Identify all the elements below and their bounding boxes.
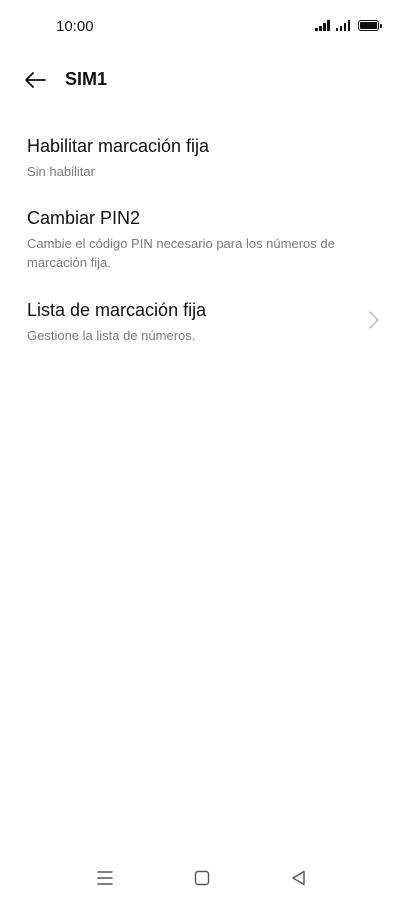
back-icon	[292, 870, 305, 886]
chevron-right-icon	[369, 311, 379, 329]
screen: 10:00 SIM1 Habilitar marcación fija Sin …	[0, 0, 405, 902]
item-subtitle: Cambie el código PIN necesario para los …	[27, 236, 335, 270]
status-icons	[315, 19, 382, 31]
app-header: SIM1	[0, 56, 405, 106]
item-title: Lista de marcación fija	[27, 300, 207, 320]
back-arrow-icon	[25, 72, 46, 88]
item-title: Cambiar PIN2	[27, 208, 141, 228]
signal-sim1-icon	[315, 19, 330, 31]
home-button[interactable]	[190, 866, 214, 890]
battery-icon	[358, 20, 382, 31]
item-subtitle: Gestione la lista de números.	[27, 328, 196, 343]
nav-back-button[interactable]	[287, 866, 311, 890]
recents-button[interactable]	[93, 866, 117, 890]
item-enable-fixed-dialing[interactable]: Habilitar marcación fija Sin habilitar	[0, 136, 405, 186]
navigation-bar	[0, 858, 405, 898]
menu-icon	[97, 871, 113, 885]
item-title: Habilitar marcación fija	[27, 136, 210, 156]
signal-sim2-icon	[335, 19, 350, 31]
back-button[interactable]	[20, 64, 52, 96]
item-fixed-dialing-list[interactable]: Lista de marcación fija Gestione la list…	[0, 300, 405, 350]
item-change-pin2[interactable]: Cambiar PIN2 Cambie el código PIN necesa…	[0, 208, 405, 274]
home-icon	[194, 870, 210, 886]
status-time: 10:00	[56, 18, 94, 35]
item-subtitle: Sin habilitar	[27, 164, 95, 179]
status-bar: 10:00	[0, 0, 405, 52]
page-title: SIM1	[65, 69, 108, 89]
